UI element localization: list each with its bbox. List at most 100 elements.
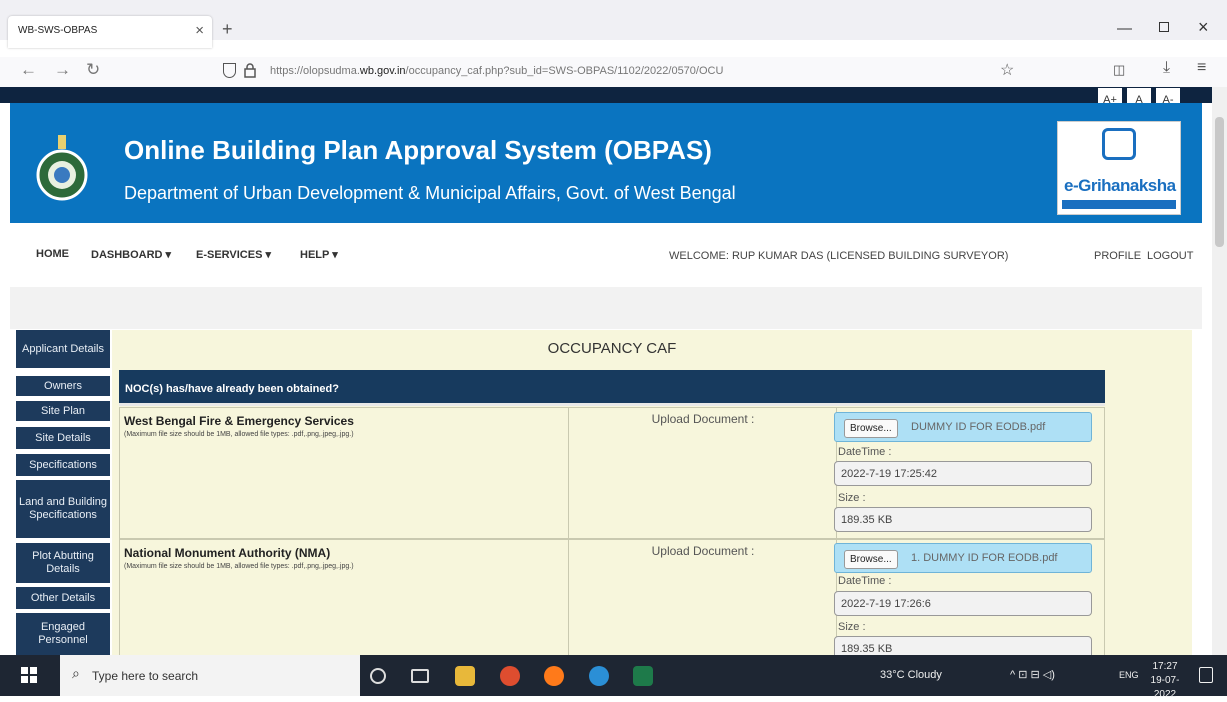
occupancy-caf-form: OCCUPANCY CAF NOC(s) has/have already be… (112, 330, 1192, 655)
search-placeholder: Type here to search (92, 669, 199, 683)
site-header: Online Building Plan Approval System (OB… (10, 103, 1202, 223)
upload-label: Upload Document : (651, 544, 755, 558)
notification-icon[interactable] (1199, 667, 1213, 683)
file-input-nma[interactable]: Browse... 1. DUMMY ID FOR EODB.pdf (834, 543, 1092, 573)
page-spacer (10, 287, 1202, 329)
menu-icon[interactable]: ≡ (1197, 59, 1206, 77)
sidebar-item-specifications[interactable]: Specifications (16, 454, 110, 476)
page-scrollbar[interactable] (1212, 87, 1227, 655)
nav-home[interactable]: HOME (36, 248, 69, 260)
main-nav: HOME DASHBOARD ▾ E-SERVICES ▾ HELP ▾ WEL… (10, 223, 1202, 287)
sidebar-item-plot-abutting-details[interactable]: Plot Abutting Details (16, 543, 110, 583)
selected-file-name: 1. DUMMY ID FOR EODB.pdf (911, 552, 1058, 564)
page-viewport: A+ A A- Online Building Plan Approval Sy… (0, 87, 1212, 655)
bookmark-star-icon[interactable]: ☆ (1000, 60, 1014, 80)
selected-file-name: DUMMY ID FOR EODB.pdf (911, 421, 1046, 433)
back-button[interactable]: ← (20, 60, 37, 80)
language-indicator[interactable]: ENG (1119, 670, 1139, 680)
reload-button[interactable]: ↻ (86, 60, 100, 80)
lock-icon[interactable] (244, 63, 256, 78)
sidebar-item-owners[interactable]: Owners (16, 376, 110, 396)
pocket-icon[interactable]: ◫ (1113, 62, 1125, 78)
sidebar-item-land-and-building-specifications[interactable]: Land and Building Specifications (16, 480, 110, 538)
clock-date: 19-07-2022 (1150, 675, 1180, 700)
size-field[interactable]: 189.35 KB (834, 507, 1092, 532)
scroll-thumb[interactable] (1215, 117, 1224, 247)
url-suffix: /occupancy_caf.php?sub_id=SWS-OBPAS/1102… (405, 65, 724, 77)
windows-start-icon[interactable] (21, 667, 37, 683)
nav-logout[interactable]: LOGOUT (1147, 250, 1193, 262)
minimize-button[interactable]: — (1117, 20, 1132, 37)
browse-button[interactable]: Browse... (844, 419, 898, 438)
weather-widget[interactable]: 33°C Cloudy (880, 669, 942, 681)
sidebar-item-applicant-details[interactable]: Applicant Details (16, 330, 110, 368)
edge-icon[interactable] (589, 666, 609, 686)
e-grihanaksha-logo: e-Grihanaksha (1057, 121, 1181, 215)
close-window-button[interactable]: × (1198, 17, 1209, 38)
upload-cell: Upload Document : (569, 540, 837, 655)
org-cell: National Monument Authority (NMA) (Maxim… (120, 540, 569, 655)
firefox-icon[interactable] (544, 666, 564, 686)
noc-question: NOC(s) has/have already been obtained? (125, 383, 339, 395)
welcome-text: WELCOME: RUP KUMAR DAS (LICENSED BUILDIN… (669, 250, 1009, 262)
nav-profile[interactable]: PROFILE (1094, 250, 1141, 262)
nav-dashboard[interactable]: DASHBOARD ▾ (91, 248, 171, 261)
shield-icon[interactable] (223, 63, 236, 78)
file-size-note: (Maximum file size should be 1MB, allowe… (124, 563, 354, 570)
file-size-note: (Maximum file size should be 1MB, allowe… (124, 431, 354, 438)
size-label: Size : (838, 492, 866, 504)
browse-button[interactable]: Browse... (844, 550, 898, 569)
browser-nav-bar: ← → ↻ https://olopsudma.wb.gov.in/occupa… (0, 57, 1227, 87)
taskbar-search[interactable]: ⌕ Type here to search (60, 655, 360, 696)
upload-cell: Upload Document : (569, 408, 837, 538)
sidebar-item-other-details[interactable]: Other Details (16, 587, 110, 609)
west-bengal-emblem-icon (36, 135, 88, 201)
org-cell: West Bengal Fire & Emergency Services (M… (120, 408, 569, 538)
org-name: West Bengal Fire & Emergency Services (124, 414, 354, 428)
address-bar[interactable]: https://olopsudma.wb.gov.in/occupancy_ca… (210, 59, 1030, 85)
logo-text: e-Grihanaksha (1064, 176, 1176, 195)
size-value: 189.35 KB (841, 643, 893, 655)
size-label: Size : (838, 621, 866, 633)
search-icon: ⌕ (72, 665, 80, 681)
size-value: 189.35 KB (841, 514, 893, 526)
forward-button[interactable]: → (54, 60, 71, 80)
new-tab-button[interactable]: + (222, 19, 233, 39)
file-explorer-icon[interactable] (455, 666, 475, 686)
system-tray-icons[interactable]: ^ ⊡ ⊟ ◁) (1010, 668, 1055, 681)
sidebar-item-site-plan[interactable]: Site Plan (16, 401, 110, 421)
datetime-value: 2022-7-19 17:25:42 (841, 468, 938, 480)
datetime-label: DateTime : (838, 446, 892, 458)
house-icon (1102, 128, 1136, 160)
nav-eservices[interactable]: E-SERVICES ▾ (196, 248, 271, 261)
datetime-field[interactable]: 2022-7-19 17:26:6 (834, 591, 1092, 616)
chrome-icon[interactable] (500, 666, 520, 686)
datetime-field[interactable]: 2022-7-19 17:25:42 (834, 461, 1092, 486)
nav-help[interactable]: HELP ▾ (300, 248, 338, 261)
tab-title: WB-SWS-OBPAS (18, 25, 98, 36)
site-title: Online Building Plan Approval System (OB… (124, 135, 712, 165)
org-name: National Monument Authority (NMA) (124, 546, 331, 560)
datetime-value: 2022-7-19 17:26:6 (841, 598, 931, 610)
logo-strip (1062, 200, 1176, 209)
cortana-icon[interactable] (370, 668, 386, 684)
browser-tab[interactable]: WB-SWS-OBPAS × (8, 16, 212, 48)
url-domain: wb.gov.in (359, 65, 406, 77)
download-icon[interactable]: ⤓ (1163, 59, 1170, 77)
url-text[interactable]: https://olopsudma.wb.gov.in/occupancy_ca… (270, 65, 723, 77)
app-icon[interactable] (633, 666, 653, 686)
tab-close-icon[interactable]: × (195, 22, 204, 39)
site-subtitle: Department of Urban Development & Munici… (124, 183, 736, 203)
top-strip (0, 87, 1212, 103)
datetime-label: DateTime : (838, 575, 892, 587)
task-view-icon[interactable] (411, 669, 429, 683)
maximize-button[interactable] (1159, 22, 1169, 32)
file-input-wbfes[interactable]: Browse... DUMMY ID FOR EODB.pdf (834, 412, 1092, 442)
sidebar-item-site-details[interactable]: Site Details (16, 427, 110, 449)
windows-taskbar: ⌕ Type here to search 33°C Cloudy ^ ⊡ ⊟ … (0, 655, 1227, 700)
sidebar-item-engaged-personnel[interactable]: Engaged Personnel (16, 613, 110, 655)
upload-label: Upload Document : (651, 412, 755, 426)
size-field[interactable]: 189.35 KB (834, 636, 1092, 655)
form-title: OCCUPANCY CAF (547, 340, 677, 357)
browser-tab-bar: WB-SWS-OBPAS × + — × (0, 0, 1227, 48)
